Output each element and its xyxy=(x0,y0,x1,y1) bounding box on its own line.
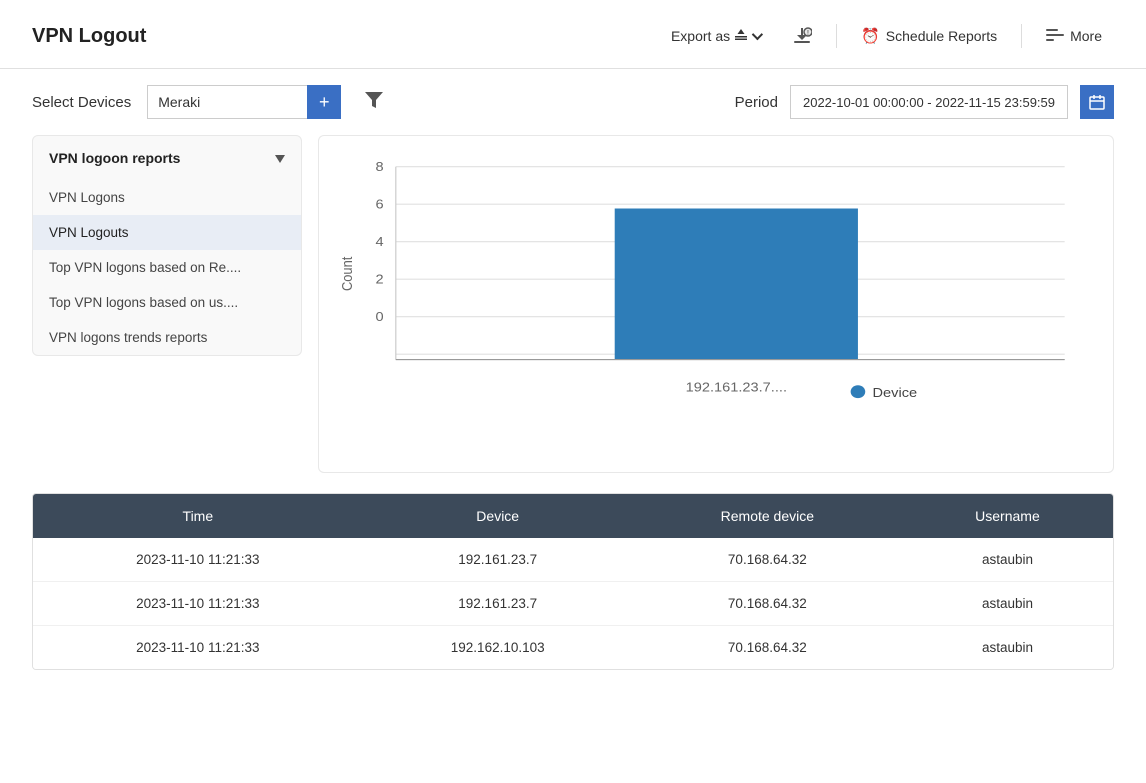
page-container: VPN Logout Export as xyxy=(0,0,1146,783)
header-divider xyxy=(836,24,837,48)
calendar-button[interactable] xyxy=(1080,85,1114,119)
table-row: 2023-11-10 11:21:33 192.162.10.103 70.16… xyxy=(33,626,1113,670)
chart-svg-container: 8 6 4 2 0 Count 192.161.23.7.... xyxy=(335,156,1089,456)
col-device: Device xyxy=(363,494,633,538)
device-add-button[interactable]: + xyxy=(307,85,341,119)
header-divider-2 xyxy=(1021,24,1022,48)
period-value: 2022-10-01 00:00:00 - 2022-11-15 23:59:5… xyxy=(790,85,1068,119)
filter-button[interactable] xyxy=(357,88,391,117)
cell-device: 192.161.23.7 xyxy=(363,582,633,626)
sidebar-item-label: Top VPN logons based on Re.... xyxy=(49,260,241,275)
calendar-icon xyxy=(1089,94,1105,110)
export-label: Export as xyxy=(671,28,730,44)
cell-remote-device: 70.168.64.32 xyxy=(633,538,902,582)
main-content: VPN logoon reports VPN Logons VPN Logout… xyxy=(0,135,1146,473)
table-row: 2023-11-10 11:21:33 192.161.23.7 70.168.… xyxy=(33,582,1113,626)
svg-text:0: 0 xyxy=(376,310,384,324)
svg-text:Device: Device xyxy=(873,386,918,400)
more-button[interactable]: More xyxy=(1034,22,1114,51)
period-label: Period xyxy=(735,94,778,111)
table-body: 2023-11-10 11:21:33 192.161.23.7 70.168.… xyxy=(33,538,1113,669)
table-header: Time Device Remote device Username xyxy=(33,494,1113,538)
svg-text:Count: Count xyxy=(339,257,355,291)
cell-time: 2023-11-10 11:21:33 xyxy=(33,582,363,626)
svg-text:!: ! xyxy=(807,30,809,37)
more-icon xyxy=(1046,28,1064,45)
period-section: Period 2022-10-01 00:00:00 - 2022-11-15 … xyxy=(735,85,1114,119)
sidebar-item-label: VPN Logouts xyxy=(49,225,129,240)
bar-device xyxy=(615,209,858,360)
sidebar-item-top-us[interactable]: Top VPN logons based on us.... xyxy=(33,285,301,320)
cell-username: astaubin xyxy=(902,538,1113,582)
header-actions: Export as ! xyxy=(659,20,1114,52)
export-icon-button[interactable]: ! xyxy=(780,20,824,52)
sidebar-header[interactable]: VPN logoon reports xyxy=(33,136,301,180)
sidebar-item-vpn-logons[interactable]: VPN Logons xyxy=(33,180,301,215)
cell-device: 192.161.23.7 xyxy=(363,538,633,582)
filter-icon xyxy=(365,92,383,108)
col-username: Username xyxy=(902,494,1113,538)
export-icon xyxy=(734,28,748,45)
download-icon: ! xyxy=(792,26,812,46)
schedule-label: Schedule Reports xyxy=(886,28,997,44)
bar-chart: 8 6 4 2 0 Count 192.161.23.7.... xyxy=(335,156,1089,456)
sidebar: VPN logoon reports VPN Logons VPN Logout… xyxy=(32,135,302,356)
svg-text:8: 8 xyxy=(376,160,384,174)
sidebar-item-label: VPN Logons xyxy=(49,190,125,205)
cell-remote-device: 70.168.64.32 xyxy=(633,582,902,626)
more-label: More xyxy=(1070,28,1102,44)
svg-text:6: 6 xyxy=(376,197,384,211)
sidebar-item-vpn-logouts[interactable]: VPN Logouts xyxy=(33,215,301,250)
cell-remote-device: 70.168.64.32 xyxy=(633,626,902,670)
page-title: VPN Logout xyxy=(32,25,146,48)
alarm-icon: ⏰ xyxy=(861,27,880,45)
sidebar-chevron-icon xyxy=(275,150,285,166)
header: VPN Logout Export as xyxy=(0,0,1146,69)
device-select-wrapper: + xyxy=(147,85,341,119)
device-select-input[interactable] xyxy=(147,85,307,119)
cell-time: 2023-11-10 11:21:33 xyxy=(33,626,363,670)
sidebar-item-top-re[interactable]: Top VPN logons based on Re.... xyxy=(33,250,301,285)
sidebar-item-label: VPN logons trends reports xyxy=(49,330,207,345)
table-header-row: Time Device Remote device Username xyxy=(33,494,1113,538)
col-time: Time xyxy=(33,494,363,538)
svg-text:4: 4 xyxy=(376,235,384,249)
svg-text:2: 2 xyxy=(376,272,384,286)
data-table: Time Device Remote device Username 2023-… xyxy=(33,494,1113,669)
table-section: Time Device Remote device Username 2023-… xyxy=(32,493,1114,670)
schedule-reports-button[interactable]: ⏰ Schedule Reports xyxy=(849,21,1009,51)
sidebar-header-label: VPN logoon reports xyxy=(49,150,180,166)
cell-device: 192.162.10.103 xyxy=(363,626,633,670)
toolbar: Select Devices + Period 2022-10-01 00:00… xyxy=(0,69,1146,135)
select-devices-label: Select Devices xyxy=(32,94,131,111)
cell-username: astaubin xyxy=(902,626,1113,670)
chart-area: 8 6 4 2 0 Count 192.161.23.7.... xyxy=(318,135,1114,473)
export-button[interactable]: Export as xyxy=(659,22,772,51)
sidebar-item-trends[interactable]: VPN logons trends reports xyxy=(33,320,301,355)
col-remote-device: Remote device xyxy=(633,494,902,538)
cell-time: 2023-11-10 11:21:33 xyxy=(33,538,363,582)
svg-text:192.161.23.7....: 192.161.23.7.... xyxy=(686,380,787,394)
sidebar-item-label: Top VPN logons based on us.... xyxy=(49,295,238,310)
cell-username: astaubin xyxy=(902,582,1113,626)
chevron-down-icon xyxy=(752,29,763,40)
table-row: 2023-11-10 11:21:33 192.161.23.7 70.168.… xyxy=(33,538,1113,582)
